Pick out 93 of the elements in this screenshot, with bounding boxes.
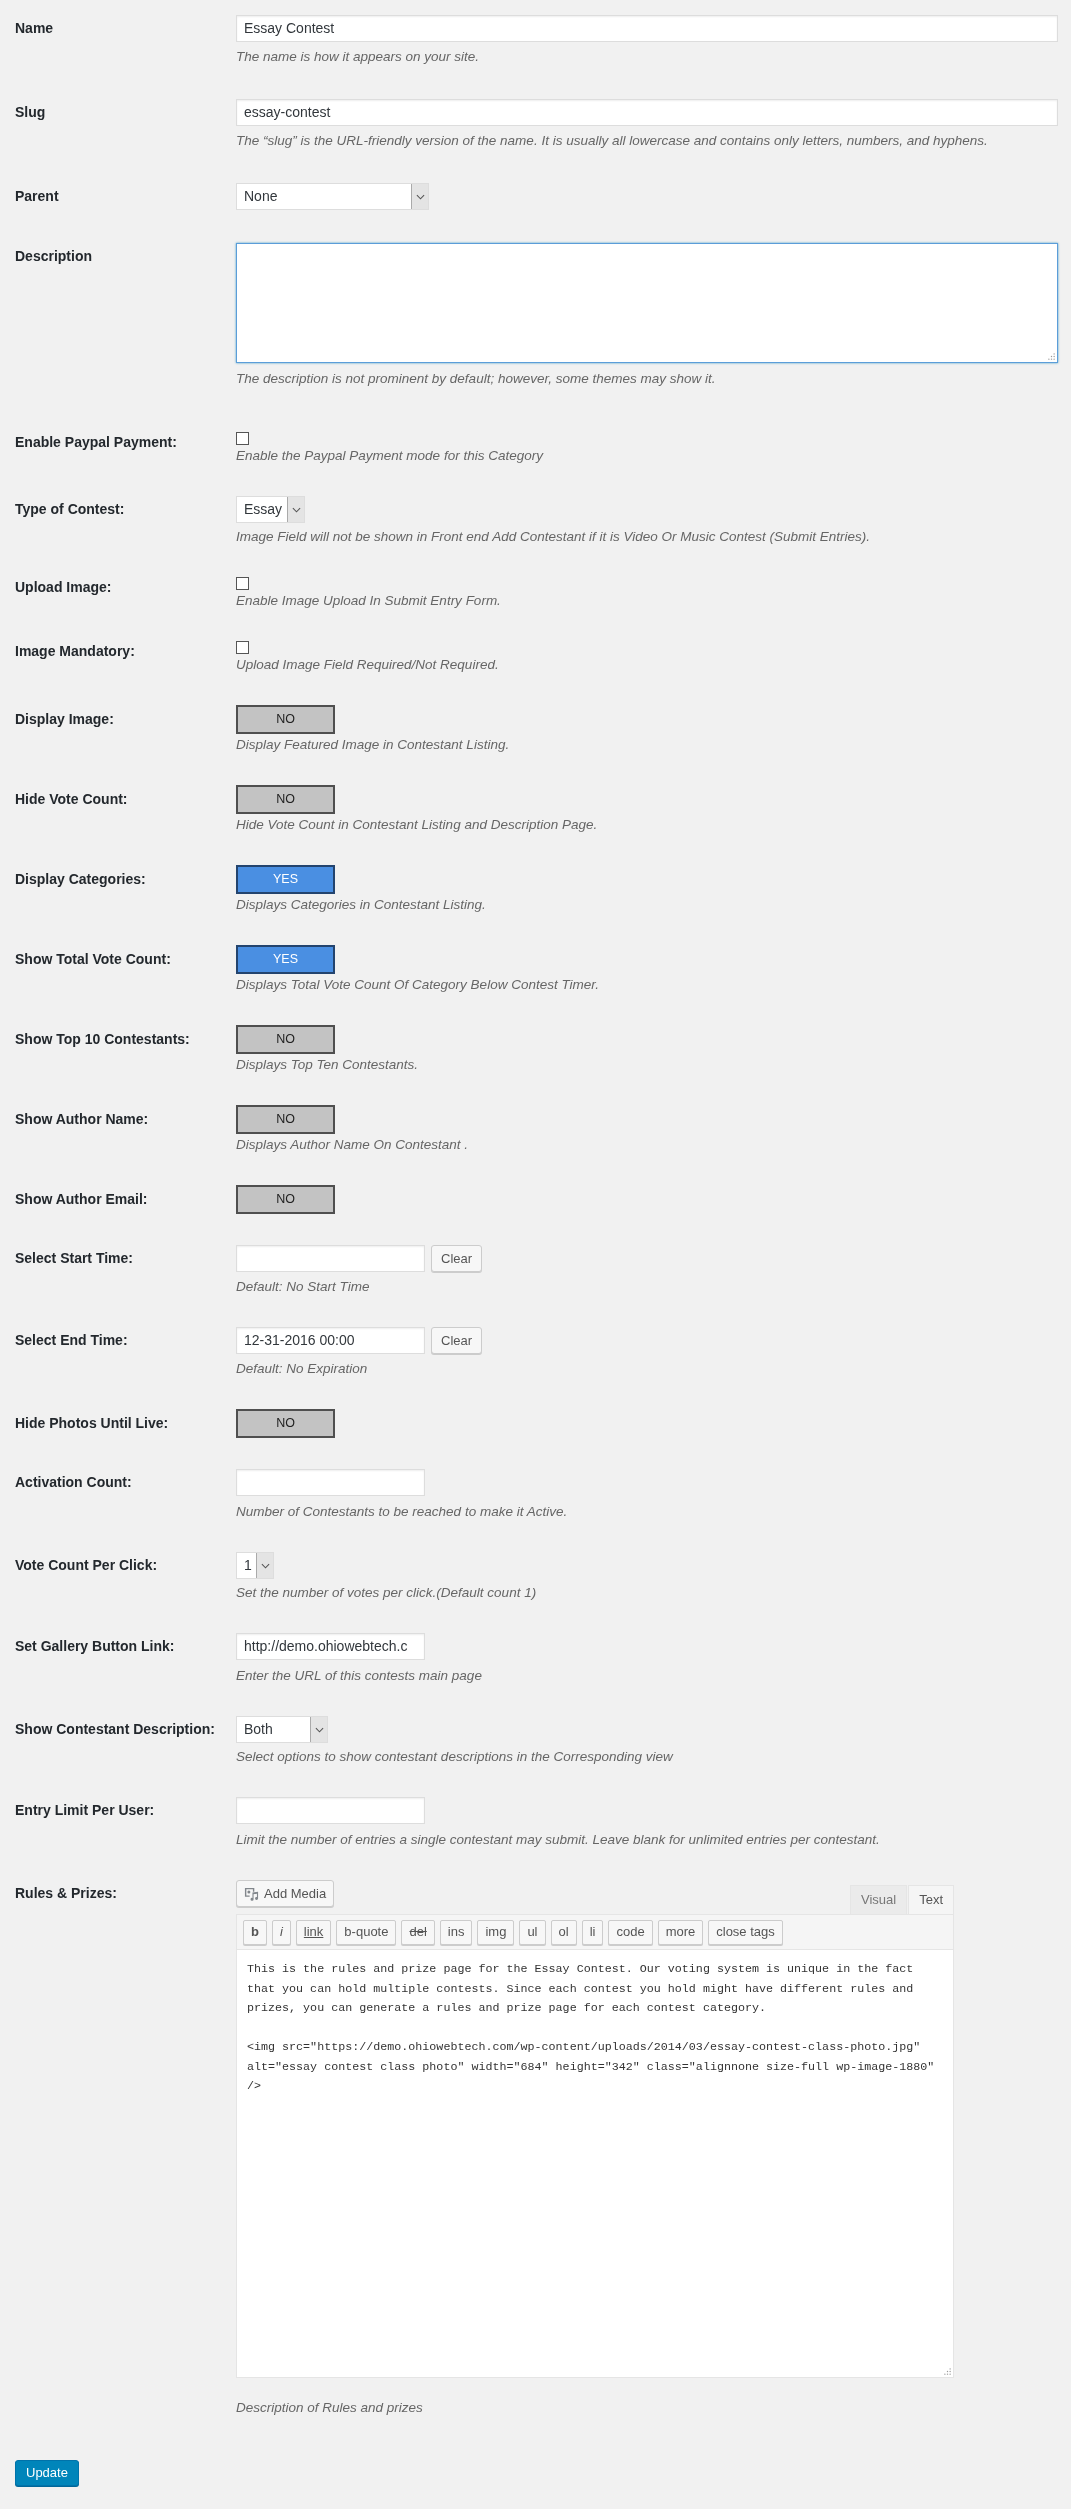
clear-button[interactable]: Clear: [431, 1245, 483, 1272]
field-label: Parent: [15, 187, 59, 206]
field-label: Display Categories:: [15, 870, 146, 889]
field-hint: Image Field will not be shown in Front end Add Contestant if it is Video Or Music Contest (Submit Entries).: [236, 528, 871, 546]
caret-icon: [287, 497, 304, 522]
field-hint: Description of Rules and prizes: [236, 2399, 423, 2417]
update-button[interactable]: Update: [15, 2460, 79, 2486]
date-input[interactable]: 12-31-2016 00:00: [236, 1327, 425, 1354]
toolbar-button[interactable]: img: [477, 1919, 515, 1945]
field-label: Enable Paypal Payment:: [15, 433, 177, 452]
toggle-button[interactable]: NO: [236, 785, 335, 814]
field-label: Set Gallery Button Link:: [15, 1637, 175, 1656]
field-hint: Number of Contestants to be reached to make it Active.: [236, 1503, 568, 1521]
text-input[interactable]: http://demo.ohiowebtech.c: [236, 1633, 425, 1660]
toggle-button[interactable]: NO: [236, 1025, 335, 1054]
field-hint: Upload Image Field Required/Not Required.: [236, 656, 499, 674]
field-label: Hide Vote Count:: [15, 790, 128, 809]
toolbar-button[interactable]: more: [657, 1919, 704, 1945]
editor-tab[interactable]: Text: [908, 1885, 954, 1914]
select-field[interactable]: 1: [236, 1552, 274, 1579]
field-hint: Displays Total Vote Count Of Category Below Contest Timer.: [236, 976, 600, 994]
textarea-field[interactable]: [236, 243, 1058, 363]
toolbar-button[interactable]: li: [581, 1919, 604, 1945]
field-hint: Enable Image Upload In Submit Entry Form.: [236, 592, 501, 610]
text-input[interactable]: [236, 1797, 425, 1824]
field-hint: Default: No Expiration: [236, 1360, 368, 1378]
toolbar-button[interactable]: close tags: [708, 1919, 783, 1945]
field-hint: Displays Author Name On Contestant .: [236, 1136, 469, 1154]
field-label: Name: [15, 19, 54, 38]
editor-tab[interactable]: Visual: [849, 1885, 908, 1914]
add-media-button[interactable]: Add Media: [236, 1880, 335, 1907]
editor-textarea[interactable]: This is the rules and prize page for the Essay Contest. Our voting system is unique in the fact that you can hold multiple contests. Since each contest you hold might have different rules and prizes, you can generate a rules and prize page for each contest category. <img src="https://demo.ohiowebtech.com/wp-content/uploads/2014/03/essay-contest-class-photo.jpg" alt="essay contest class photo" width="684" height="342" class="alignnone size-full wp-image-1880" />: [236, 1950, 954, 2378]
field-hint: The description is not prominent by default; however, some themes may show it.: [236, 370, 716, 388]
date-input[interactable]: [236, 1245, 425, 1272]
caret-icon: [411, 184, 428, 209]
checkbox[interactable]: [236, 432, 249, 445]
field-hint: Enter the URL of this contests main page: [236, 1667, 482, 1685]
toolbar-button[interactable]: i: [271, 1919, 291, 1945]
toolbar-button[interactable]: code: [608, 1919, 653, 1945]
caret-icon: [256, 1553, 273, 1578]
field-label: Description: [15, 247, 92, 266]
field-label: Vote Count Per Click:: [15, 1556, 158, 1575]
field-label: Display Image:: [15, 710, 114, 729]
field-hint: The “slug” is the URL-friendly version of the name. It is usually all lowercase and contains only letters, numbers, and hyphens.: [236, 132, 988, 150]
field-label: Show Author Name:: [15, 1110, 149, 1129]
text-input[interactable]: Essay Contest: [236, 15, 1058, 42]
field-label: Show Author Email:: [15, 1190, 148, 1209]
checkbox[interactable]: [236, 577, 249, 590]
toolbar-button[interactable]: ol: [550, 1919, 577, 1945]
field-hint: Default: No Start Time: [236, 1278, 370, 1296]
field-label: Show Contestant Description:: [15, 1720, 215, 1739]
toolbar-button[interactable]: b-quote: [336, 1919, 397, 1945]
media-icon: [244, 1886, 259, 1901]
toggle-button[interactable]: NO: [236, 1185, 335, 1214]
field-hint: Set the number of votes per click.(Default count 1): [236, 1584, 537, 1602]
toggle-button[interactable]: NO: [236, 1105, 335, 1134]
field-label: Type of Contest:: [15, 500, 125, 519]
field-label: Select Start Time:: [15, 1249, 133, 1268]
resize-grip-icon[interactable]: [1048, 353, 1055, 360]
field-hint: Displays Top Ten Contestants.: [236, 1056, 419, 1074]
field-hint: Select options to show contestant descriptions in the Corresponding view: [236, 1748, 673, 1766]
field-hint: Display Featured Image in Contestant Listing.: [236, 736, 510, 754]
field-label: Show Total Vote Count:: [15, 950, 171, 969]
field-label: Rules & Prizes:: [15, 1884, 117, 1903]
clear-button[interactable]: Clear: [431, 1327, 483, 1354]
toggle-button[interactable]: NO: [236, 705, 335, 734]
toolbar-button[interactable]: b: [243, 1919, 267, 1945]
field-label: Show Top 10 Contestants:: [15, 1030, 190, 1049]
select-field[interactable]: None: [236, 183, 429, 210]
select-field[interactable]: Both: [236, 1716, 328, 1743]
field-label: Select End Time:: [15, 1331, 128, 1350]
field-hint: Limit the number of entries a single contestant may submit. Leave blank for unlimited entries per contestant.: [236, 1831, 880, 1849]
field-label: Entry Limit Per User:: [15, 1801, 155, 1820]
field-hint: Hide Vote Count in Contestant Listing and Description Page.: [236, 816, 598, 834]
field-label: Slug: [15, 103, 46, 122]
toolbar-button[interactable]: link: [295, 1919, 332, 1945]
toolbar-button[interactable]: ul: [519, 1919, 546, 1945]
field-label: Upload Image:: [15, 578, 112, 597]
resize-grip-icon[interactable]: [944, 2368, 951, 2375]
field-label: Hide Photos Until Live:: [15, 1414, 169, 1433]
text-input[interactable]: essay-contest: [236, 99, 1058, 126]
field-label: Image Mandatory:: [15, 642, 135, 661]
checkbox[interactable]: [236, 641, 249, 654]
caret-icon: [310, 1717, 327, 1742]
toolbar-button[interactable]: ins: [439, 1919, 473, 1945]
toolbar-button[interactable]: del: [401, 1919, 435, 1945]
text-input[interactable]: [236, 1469, 425, 1496]
toggle-button[interactable]: NO: [236, 1409, 335, 1438]
field-hint: Enable the Paypal Payment mode for this Category: [236, 447, 543, 465]
field-label: Activation Count:: [15, 1473, 132, 1492]
field-hint: The name is how it appears on your site.: [236, 48, 480, 66]
field-hint: Displays Categories in Contestant Listing.: [236, 896, 486, 914]
select-field[interactable]: Essay: [236, 496, 305, 523]
